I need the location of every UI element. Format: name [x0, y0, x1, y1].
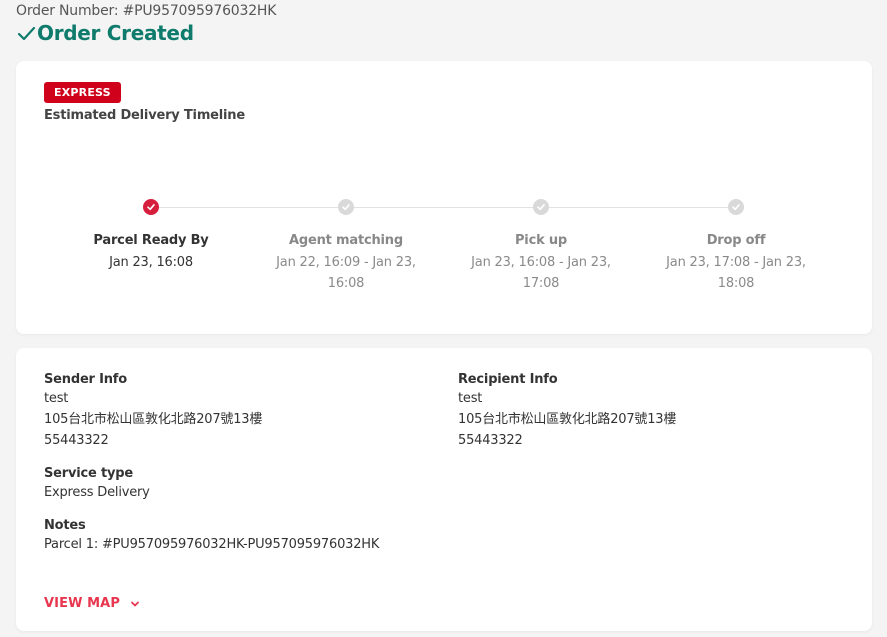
sender-column: Sender Info test 105台北市松山區敦化北路207號13樓 55…: [44, 371, 424, 569]
chevron-down-icon: [131, 601, 139, 606]
recipient-name: test: [458, 391, 483, 406]
recipient-info-title: Recipient Info: [458, 372, 558, 387]
order-status-text: Order Created: [37, 21, 194, 45]
view-map-label: VIEW MAP: [44, 596, 120, 611]
notes: Notes Parcel 1: #PU957095976032HK-PU9570…: [44, 517, 424, 555]
timeline-step-agent-matching: Agent matching Jan 22, 16:09 - Jan 23, 1…: [256, 199, 436, 294]
recipient-phone: 55443322: [458, 433, 523, 448]
recipient-address: 105台北市松山區敦化北路207號13樓: [458, 412, 677, 427]
recipient-info: Recipient Info test 105台北市松山區敦化北路207號13樓…: [458, 371, 838, 451]
notes-title: Notes: [44, 518, 86, 533]
check-icon: [17, 26, 36, 41]
step-label: Parcel Ready By: [93, 233, 209, 248]
timeline-step-parcel-ready: Parcel Ready By Jan 23, 16:08: [61, 199, 241, 273]
sender-name: test: [44, 391, 69, 406]
check-circle-icon: [533, 199, 549, 215]
delivery-timeline-card: EXPRESS Estimated Delivery Timeline Parc…: [16, 61, 872, 334]
timeline-step-drop-off: Drop off Jan 23, 17:08 - Jan 23, 18:08: [646, 199, 826, 294]
timeline-step-pick-up: Pick up Jan 23, 16:08 - Jan 23, 17:08: [451, 199, 631, 294]
sender-phone: 55443322: [44, 433, 109, 448]
express-badge: EXPRESS: [44, 82, 121, 103]
check-circle-icon: [728, 199, 744, 215]
sender-info-title: Sender Info: [44, 372, 127, 387]
sender-address: 105台北市松山區敦化北路207號13樓: [44, 412, 263, 427]
check-circle-icon: [338, 199, 354, 215]
step-time: Jan 23, 16:08: [109, 255, 193, 270]
service-type: Service type Express Delivery: [44, 465, 424, 503]
view-map-button[interactable]: VIEW MAP: [44, 596, 140, 611]
order-status: Order Created: [16, 21, 194, 45]
service-type-title: Service type: [44, 466, 133, 481]
timeline-title: Estimated Delivery Timeline: [44, 108, 245, 123]
notes-value: Parcel 1: #PU957095976032HK-PU9570959760…: [44, 537, 380, 552]
order-details-card: Sender Info test 105台北市松山區敦化北路207號13樓 55…: [16, 348, 872, 631]
step-time: Jan 22, 16:09 - Jan 23, 16:08: [276, 255, 416, 291]
step-label: Drop off: [706, 233, 766, 248]
service-type-value: Express Delivery: [44, 485, 150, 500]
step-time: Jan 23, 16:08 - Jan 23, 17:08: [471, 255, 611, 291]
sender-info: Sender Info test 105台北市松山區敦化北路207號13樓 55…: [44, 371, 424, 451]
recipient-column: Recipient Info test 105台北市松山區敦化北路207號13樓…: [458, 371, 838, 465]
step-time: Jan 23, 17:08 - Jan 23, 18:08: [666, 255, 806, 291]
order-number: Order Number: #PU957095976032HK: [16, 3, 277, 19]
step-label: Pick up: [514, 233, 568, 248]
check-circle-icon: [143, 199, 159, 215]
step-label: Agent matching: [289, 233, 403, 248]
